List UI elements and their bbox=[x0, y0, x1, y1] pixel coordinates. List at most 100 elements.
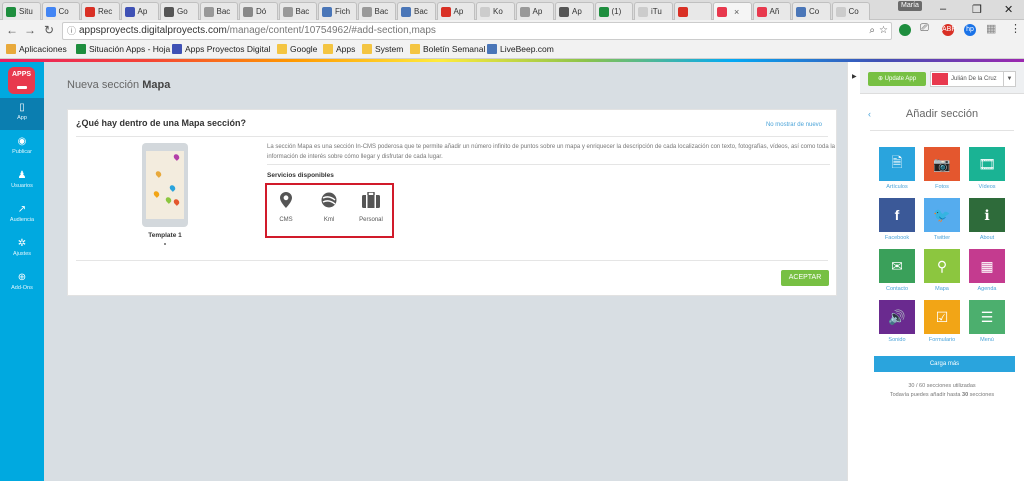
tile-speaker[interactable]: 🔊 bbox=[879, 300, 915, 334]
adblock-icon[interactable]: ABP bbox=[942, 24, 956, 36]
browser-tab[interactable]: Co bbox=[831, 2, 870, 20]
bookmark-item[interactable]: Apps bbox=[323, 44, 355, 54]
tile-info[interactable]: ℹ bbox=[969, 198, 1005, 232]
apps-logo[interactable]: APPS bbox=[8, 67, 35, 94]
back-arrow-icon[interactable]: ← bbox=[6, 23, 18, 37]
sidebar-item-add-ons[interactable]: ⊕ Add-Ons bbox=[0, 268, 44, 300]
map-pin-marker bbox=[152, 190, 161, 198]
tile-camera[interactable]: 📷 bbox=[924, 147, 960, 181]
tile-label[interactable]: Agenda bbox=[962, 286, 1012, 292]
tile-document[interactable]: 🗎 bbox=[879, 147, 915, 181]
bookmark-item[interactable]: Apps Proyectos Digital bbox=[172, 44, 271, 54]
browser-tab[interactable]: Situ bbox=[2, 2, 41, 20]
bookmark-item[interactable]: Google bbox=[277, 44, 317, 54]
collapse-arrow-icon[interactable]: ▶ bbox=[852, 73, 857, 80]
browser-tab[interactable]: Rec bbox=[81, 2, 120, 20]
sidebar-item-app[interactable]: ▯ App bbox=[0, 98, 44, 130]
menu-dots-icon[interactable]: ⋮ bbox=[1010, 22, 1021, 35]
browser-tab[interactable]: Co bbox=[792, 2, 831, 20]
browser-tab[interactable]: Bac bbox=[397, 2, 436, 20]
tile-label[interactable]: Sonido bbox=[872, 337, 922, 343]
forward-arrow-icon[interactable]: → bbox=[24, 23, 36, 37]
browser-tab[interactable]: Ko bbox=[476, 2, 515, 20]
browser-tab[interactable]: iTu bbox=[634, 2, 673, 20]
browser-tab[interactable]: Añ bbox=[752, 2, 791, 20]
zoom-search-icon[interactable]: ⌕ bbox=[869, 23, 875, 39]
apps-shortcut[interactable]: Aplicaciones bbox=[6, 44, 67, 54]
sidebar-item-publicar[interactable]: ◉ Publicar bbox=[0, 132, 44, 164]
browser-tab[interactable]: Dó bbox=[239, 2, 278, 20]
tile-label[interactable]: Formulario bbox=[917, 337, 967, 343]
user-menu[interactable]: Julián De la Cruz ▼ bbox=[930, 71, 1016, 87]
cast-icon[interactable]: ⎚ bbox=[920, 22, 929, 35]
url-input[interactable]: ⓘ appsproyects.digitalproyects.com/manag… bbox=[62, 22, 892, 40]
bookmark-label: System bbox=[375, 44, 404, 54]
browser-tab[interactable]: Ap bbox=[120, 2, 159, 20]
tile-label[interactable]: Mapa bbox=[917, 286, 967, 292]
extension-shield-icon[interactable] bbox=[899, 24, 911, 36]
bookmark-item[interactable]: LiveBeep.com bbox=[487, 44, 554, 54]
close-tab-icon[interactable]: × bbox=[734, 7, 739, 17]
browser-tab[interactable]: × bbox=[713, 2, 752, 20]
reload-icon[interactable]: ↻ bbox=[44, 23, 54, 37]
tile-label[interactable]: Menú bbox=[962, 337, 1012, 343]
sidebar-item-audiencia[interactable]: ↗ Audiencia bbox=[0, 200, 44, 232]
tile-label[interactable]: Artículos bbox=[872, 184, 922, 190]
tile-twitter[interactable]: 🐦 bbox=[924, 198, 960, 232]
update-app-button[interactable]: ⊕ Update App bbox=[868, 72, 926, 86]
maximize-icon[interactable]: ❐ bbox=[972, 3, 982, 16]
tile-label[interactable]: Contacto bbox=[872, 286, 922, 292]
browser-tab[interactable]: Ap bbox=[555, 2, 594, 20]
bookmark-item[interactable]: System bbox=[362, 44, 403, 54]
bookmark-star-icon[interactable]: ☆ bbox=[879, 23, 888, 39]
browser-tab[interactable]: Co bbox=[41, 2, 80, 20]
tab-label: Dó bbox=[256, 7, 267, 16]
browser-tab[interactable]: Fich bbox=[318, 2, 357, 20]
hp-icon[interactable]: hp bbox=[964, 24, 976, 36]
load-more-button[interactable]: Carga más bbox=[874, 356, 1015, 372]
browser-tab[interactable] bbox=[673, 2, 712, 20]
tile-label[interactable]: Twitter bbox=[917, 235, 967, 241]
list-icon: ☰ bbox=[980, 308, 994, 325]
footer-divider bbox=[76, 260, 828, 261]
accept-button[interactable]: ACEPTAR bbox=[781, 270, 829, 286]
bookmark-item[interactable]: Boletín Semanal bbox=[410, 44, 485, 54]
browser-tab[interactable]: Ap bbox=[515, 2, 554, 20]
bookmark-item[interactable]: Situación Apps - Hoja bbox=[76, 44, 170, 54]
section-info-card: ¿Qué hay dentro de una Mapa sección? No … bbox=[67, 109, 837, 296]
tile-list[interactable]: ☰ bbox=[969, 300, 1005, 334]
tile-checkbox[interactable]: ☑ bbox=[924, 300, 960, 334]
tile-map-pin[interactable]: ⚲ bbox=[924, 249, 960, 283]
browser-tab[interactable]: Bac bbox=[199, 2, 238, 20]
browser-tab[interactable]: Ap bbox=[436, 2, 475, 20]
panel-toggle[interactable]: ▶ bbox=[847, 62, 860, 481]
browser-tab[interactable]: Bac bbox=[278, 2, 317, 20]
mail-icon: ✉ bbox=[891, 257, 903, 274]
service-kml[interactable]: Kml bbox=[310, 192, 348, 223]
browser-tab[interactable]: Go bbox=[160, 2, 199, 20]
map-thumbnail bbox=[146, 151, 184, 219]
service-personal[interactable]: Personal bbox=[352, 192, 390, 223]
sidebar-item-usuarios[interactable]: ♟ Usuarios bbox=[0, 166, 44, 198]
browser-tab[interactable]: (1) bbox=[594, 2, 633, 20]
extension-icon[interactable]: ▦ bbox=[986, 22, 996, 35]
browser-tab[interactable]: Bac bbox=[357, 2, 396, 20]
service-label: Personal bbox=[359, 217, 383, 223]
tile-mail[interactable]: ✉ bbox=[879, 249, 915, 283]
tile-facebook[interactable]: f bbox=[879, 198, 915, 232]
chevron-down-icon[interactable]: ▼ bbox=[1003, 72, 1015, 86]
tile-calendar[interactable]: ▦ bbox=[969, 249, 1005, 283]
profile-badge[interactable]: María bbox=[898, 1, 922, 11]
tile-label[interactable]: About bbox=[962, 235, 1012, 241]
tile-film[interactable]: 🎞 bbox=[969, 147, 1005, 181]
service-cms[interactable]: CMS bbox=[267, 192, 305, 223]
minimize-icon[interactable]: – bbox=[940, 3, 946, 15]
close-window-icon[interactable]: ✕ bbox=[1004, 3, 1013, 16]
template-preview[interactable] bbox=[142, 143, 188, 227]
tile-label[interactable]: Vídeos bbox=[962, 184, 1012, 190]
panel-title: Añadir sección bbox=[905, 108, 979, 120]
hide-link[interactable]: No mostrar de nuevo bbox=[766, 122, 822, 128]
tile-label[interactable]: Facebook bbox=[872, 235, 922, 241]
sidebar-item-ajustes[interactable]: ✲ Ajustes bbox=[0, 234, 44, 266]
tile-label[interactable]: Fotos bbox=[917, 184, 967, 190]
